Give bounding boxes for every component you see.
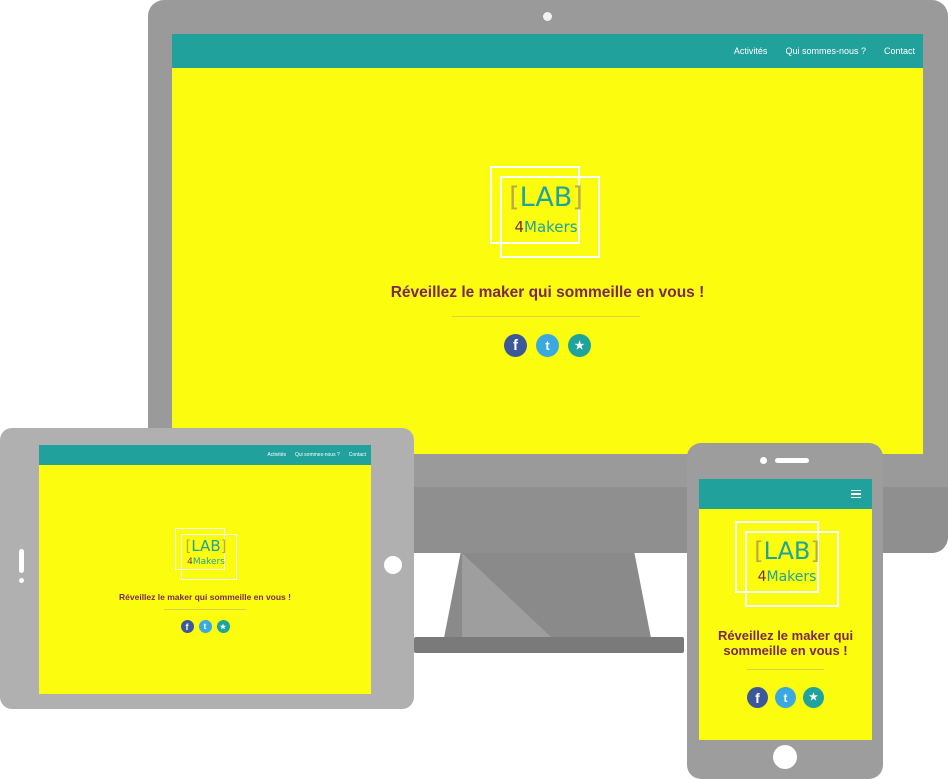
nav-link-activites[interactable]: Activités <box>267 452 286 458</box>
twitter-icon[interactable]: t <box>198 620 212 633</box>
nav-link-qui-sommes-nous[interactable]: Qui sommes-nous ? <box>785 46 866 56</box>
desktop-camera <box>543 12 552 21</box>
monitor-stand-base <box>414 637 684 653</box>
divider <box>164 609 246 610</box>
facebook-icon[interactable]: f <box>504 334 527 357</box>
nav-link-contact[interactable]: Contact <box>884 46 915 56</box>
hamburger-menu-icon[interactable] <box>851 489 861 499</box>
lab4makers-logo: [LAB] 4Makers <box>173 526 239 582</box>
social-icons: f t ★ <box>39 620 371 633</box>
social-icons: f t ★ <box>172 334 923 357</box>
nav-link-qui-sommes-nous[interactable]: Qui sommes-nous ? <box>295 452 340 458</box>
phone-camera <box>760 457 767 464</box>
tablet-home-button[interactable] <box>384 556 402 574</box>
divider <box>747 669 824 670</box>
hero-tagline-line-1: Réveillez le maker qui <box>717 628 854 643</box>
nav-link-contact[interactable]: Contact <box>349 452 366 458</box>
shooting-star-icon[interactable]: ★ <box>216 620 230 633</box>
phone-home-button[interactable] <box>773 745 797 769</box>
hero-tagline: Réveillez le maker qui sommeille en vous… <box>390 284 705 301</box>
lab4makers-logo: [LAB] 4Makers <box>486 162 606 264</box>
desktop-screen: Activités Qui sommes-nous ? Contact [LAB… <box>172 34 923 454</box>
divider <box>452 316 640 317</box>
tablet-navbar: Activités Qui sommes-nous ? Contact <box>39 445 371 465</box>
facebook-icon[interactable]: f <box>747 687 768 708</box>
tablet-camera <box>19 578 24 583</box>
facebook-icon[interactable]: f <box>180 620 194 633</box>
desktop-navbar: Activités Qui sommes-nous ? Contact <box>172 34 923 68</box>
shooting-star-icon[interactable]: ★ <box>803 687 824 708</box>
phone-navbar <box>699 479 872 509</box>
twitter-icon[interactable]: t <box>536 334 559 357</box>
twitter-icon[interactable]: t <box>775 687 796 708</box>
phone-speaker <box>775 458 809 463</box>
social-icons: f t ★ <box>699 687 872 708</box>
lab4makers-logo: [LAB] 4Makers <box>731 517 843 611</box>
nav-link-activites[interactable]: Activités <box>734 46 768 56</box>
tablet-screen: Activités Qui sommes-nous ? Contact [LAB… <box>39 445 371 694</box>
shooting-star-icon[interactable]: ★ <box>568 334 591 357</box>
hero-tagline-line-2: sommeille en vous ! <box>723 643 848 658</box>
tablet-side-sensor <box>19 549 24 573</box>
hero-tagline: Réveillez le maker qui sommeille en vous… <box>119 592 291 602</box>
phone-screen: [LAB] 4Makers Réveillez le maker qui som… <box>699 479 872 740</box>
